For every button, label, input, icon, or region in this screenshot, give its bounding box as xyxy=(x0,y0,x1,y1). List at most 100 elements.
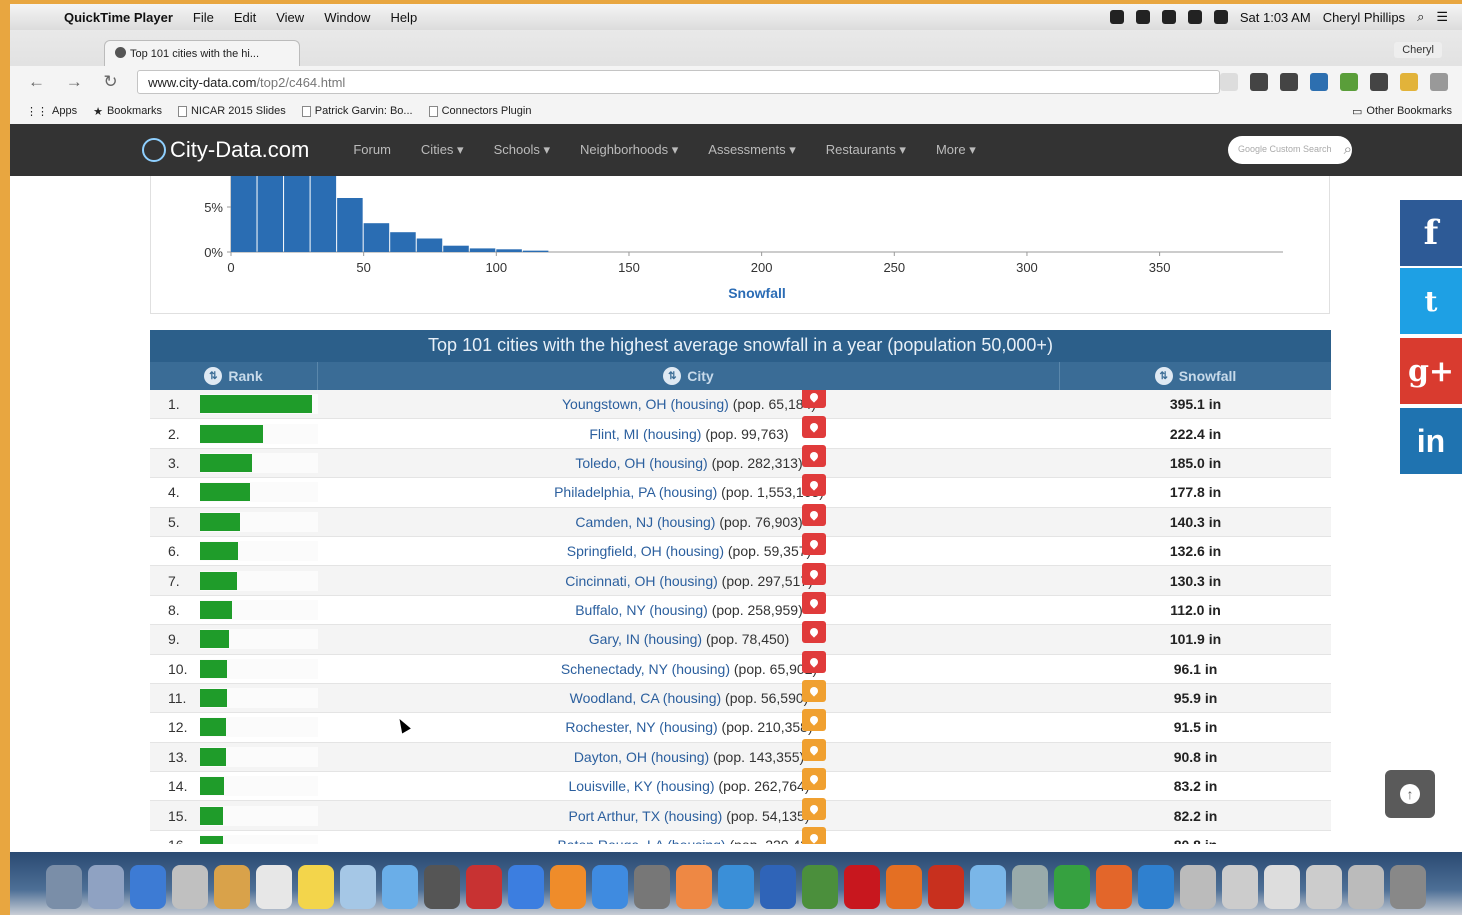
bookmark-patrick-garvin[interactable]: Patrick Garvin: Bo... xyxy=(301,105,413,117)
menu-window[interactable]: Window xyxy=(324,10,370,25)
dock-app-icon[interactable] xyxy=(46,865,82,909)
nav-assessments[interactable]: Assessments ▾ xyxy=(708,142,795,158)
housing-link[interactable]: (housing) xyxy=(666,543,724,559)
dock-app-icon[interactable] xyxy=(466,865,502,909)
dock-app-icon[interactable] xyxy=(382,865,418,909)
menu-file[interactable]: File xyxy=(193,10,214,25)
dock-app-icon[interactable] xyxy=(928,865,964,909)
housing-link[interactable]: (housing) xyxy=(649,455,707,471)
dock-app-icon[interactable] xyxy=(1264,865,1300,909)
map-pin-icon[interactable] xyxy=(802,709,826,732)
nav-more[interactable]: More ▾ xyxy=(936,142,976,158)
nav-schools[interactable]: Schools ▾ xyxy=(494,142,550,158)
dock-app-icon[interactable] xyxy=(256,865,292,909)
back-arrow-icon[interactable]: ← xyxy=(28,72,48,92)
dock-app-icon[interactable] xyxy=(676,865,712,909)
profile-button[interactable]: Cheryl xyxy=(1394,42,1442,58)
city-link[interactable]: Buffalo, NY xyxy=(575,602,645,618)
extension-icon[interactable] xyxy=(1370,73,1388,91)
menu-view[interactable]: View xyxy=(276,10,304,25)
status-icon[interactable] xyxy=(1161,10,1176,24)
bookmark-connectors[interactable]: Connectors Plugin xyxy=(428,105,531,117)
bookmark-bookmarks[interactable]: ★ Bookmarks xyxy=(93,105,162,118)
extension-icon[interactable] xyxy=(1400,73,1418,91)
spotlight-icon[interactable]: ⌕ xyxy=(1417,9,1424,25)
map-pin-icon[interactable] xyxy=(802,415,826,438)
extension-icon[interactable] xyxy=(1340,73,1358,91)
housing-link[interactable]: (housing) xyxy=(672,661,730,677)
dock-app-icon[interactable] xyxy=(634,865,670,909)
dock-app-icon[interactable] xyxy=(886,865,922,909)
housing-link[interactable]: (housing) xyxy=(656,778,714,794)
facebook-share-button[interactable]: f xyxy=(1400,200,1462,266)
notification-center-icon[interactable]: ☰ xyxy=(1436,9,1448,25)
dock-app-icon[interactable] xyxy=(1096,865,1132,909)
extension-icon[interactable] xyxy=(1310,73,1328,91)
column-header-rank[interactable]: ⇅ Rank xyxy=(150,362,318,390)
nav-cities[interactable]: Cities ▾ xyxy=(421,142,464,158)
reload-icon[interactable]: ↻ xyxy=(103,72,123,92)
column-header-city[interactable]: ⇅ City xyxy=(318,362,1060,390)
map-pin-icon[interactable] xyxy=(802,533,826,556)
map-pin-icon[interactable] xyxy=(802,768,826,791)
housing-link[interactable]: (housing) xyxy=(657,514,715,530)
other-bookmarks[interactable]: ▭ Other Bookmarks xyxy=(1352,105,1452,118)
dock-app-icon[interactable] xyxy=(88,865,124,909)
map-pin-icon[interactable] xyxy=(802,738,826,761)
address-bar[interactable]: www.city-data.com/top2/c464.html xyxy=(137,70,1220,94)
city-link[interactable]: Youngstown, OH xyxy=(562,396,667,412)
search-icon[interactable]: ⌕ xyxy=(1344,141,1352,158)
battery-icon[interactable] xyxy=(1213,10,1228,24)
menu-app-name[interactable]: QuickTime Player xyxy=(64,10,173,25)
city-link[interactable]: Philadelphia, PA xyxy=(554,484,655,500)
housing-link[interactable]: (housing) xyxy=(663,690,721,706)
dock-app-icon[interactable] xyxy=(1138,865,1174,909)
city-link[interactable]: Baton Rouge, LA xyxy=(557,837,663,844)
housing-link[interactable]: (housing) xyxy=(659,719,717,735)
dock-app-icon[interactable] xyxy=(1390,865,1426,909)
bookmark-nicar[interactable]: NICAR 2015 Slides xyxy=(177,105,286,117)
city-link[interactable]: Louisville, KY xyxy=(568,778,652,794)
dock-app-icon[interactable] xyxy=(1180,865,1216,909)
city-link[interactable]: Woodland, CA xyxy=(570,690,659,706)
city-link[interactable]: Springfield, OH xyxy=(567,543,662,559)
browser-tab[interactable]: Top 101 cities with the hi... xyxy=(104,40,300,66)
status-icon[interactable] xyxy=(1135,10,1150,24)
housing-link[interactable]: (housing) xyxy=(649,602,707,618)
nav-neighborhoods[interactable]: Neighborhoods ▾ xyxy=(580,142,678,158)
map-pin-icon[interactable] xyxy=(802,797,826,820)
dock-app-icon[interactable] xyxy=(1054,865,1090,909)
map-pin-icon[interactable] xyxy=(802,650,826,673)
housing-link[interactable]: (housing) xyxy=(659,484,717,500)
dock-app-icon[interactable] xyxy=(970,865,1006,909)
dock-app-icon[interactable] xyxy=(172,865,208,909)
status-icon[interactable] xyxy=(1109,10,1124,24)
dock-app-icon[interactable] xyxy=(424,865,460,909)
housing-link[interactable]: (housing) xyxy=(664,808,722,824)
map-pin-icon[interactable] xyxy=(802,591,826,614)
housing-link[interactable]: (housing) xyxy=(643,426,701,442)
map-pin-icon[interactable] xyxy=(802,390,826,409)
forward-arrow-icon[interactable]: → xyxy=(66,72,86,92)
dock-app-icon[interactable] xyxy=(1348,865,1384,909)
twitter-share-button[interactable]: t xyxy=(1400,268,1462,334)
wifi-icon[interactable] xyxy=(1187,10,1202,24)
city-link[interactable]: Dayton, OH xyxy=(574,749,647,765)
housing-link[interactable]: (housing) xyxy=(651,749,709,765)
googleplus-share-button[interactable]: g+ xyxy=(1400,338,1462,404)
city-link[interactable]: Cincinnati, OH xyxy=(565,573,655,589)
dock-app-icon[interactable] xyxy=(760,865,796,909)
extension-icon[interactable] xyxy=(1250,73,1268,91)
dock-app-icon[interactable] xyxy=(214,865,250,909)
dock-app-icon[interactable] xyxy=(298,865,334,909)
menu-user[interactable]: Cheryl Phillips xyxy=(1323,10,1405,25)
dock-app-icon[interactable] xyxy=(718,865,754,909)
dock-app-icon[interactable] xyxy=(1222,865,1258,909)
dock-app-icon[interactable] xyxy=(1306,865,1342,909)
scroll-to-top-button[interactable]: ↑ xyxy=(1385,770,1435,818)
dock-app-icon[interactable] xyxy=(130,865,166,909)
linkedin-share-button[interactable]: in xyxy=(1400,408,1462,474)
city-link[interactable]: Flint, MI xyxy=(589,426,639,442)
nav-restaurants[interactable]: Restaurants ▾ xyxy=(826,142,906,158)
dock-app-icon[interactable] xyxy=(1012,865,1048,909)
